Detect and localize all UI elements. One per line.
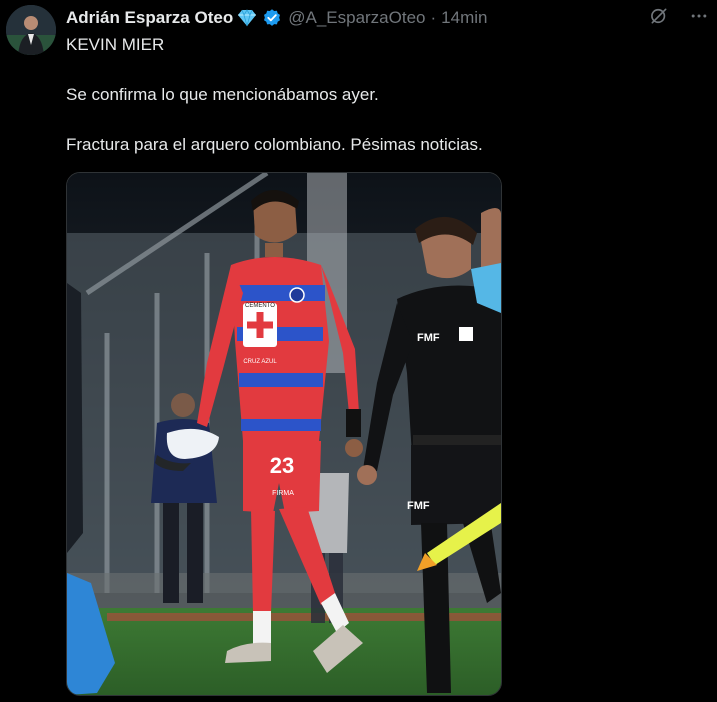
diamond-icon <box>236 9 258 27</box>
jersey-club: CRUZ AZUL <box>243 359 277 365</box>
shorts-sponsor: FIRMA <box>272 490 294 497</box>
tweet-text: KEVIN MIER Se confirma lo que mencionába… <box>66 33 686 157</box>
tweet-line-2: Fractura para el arquero colombiano. Pés… <box>66 135 483 154</box>
jersey-sponsor: CEMENTO <box>245 303 275 309</box>
verified-badge-icon[interactable] <box>262 8 282 28</box>
avatar[interactable] <box>6 5 56 55</box>
grok-icon[interactable] <box>649 6 669 26</box>
tweet-photo[interactable]: CEMENTO CRUZ AZUL 23 FIRMA FMF FMF <box>66 172 502 696</box>
tweet-line-title: KEVIN MIER <box>66 35 165 54</box>
jersey-number: 23 <box>270 453 294 478</box>
timestamp[interactable]: 14min <box>441 8 487 28</box>
ref-badge: FMF <box>417 332 440 344</box>
separator-dot: · <box>430 8 437 27</box>
tweet-line-1: Se confirma lo que mencionábamos ayer. <box>66 85 379 104</box>
ref-shorts-badge: FMF <box>407 500 430 512</box>
more-icon[interactable] <box>689 6 709 26</box>
tweet-actions <box>649 6 709 26</box>
author-name[interactable]: Adrián Esparza Oteo <box>66 8 233 28</box>
author-handle[interactable]: @A_EsparzaOteo <box>288 8 425 28</box>
tweet-header: Adrián Esparza Oteo @A_EsparzaOteo · 14m… <box>66 6 717 30</box>
